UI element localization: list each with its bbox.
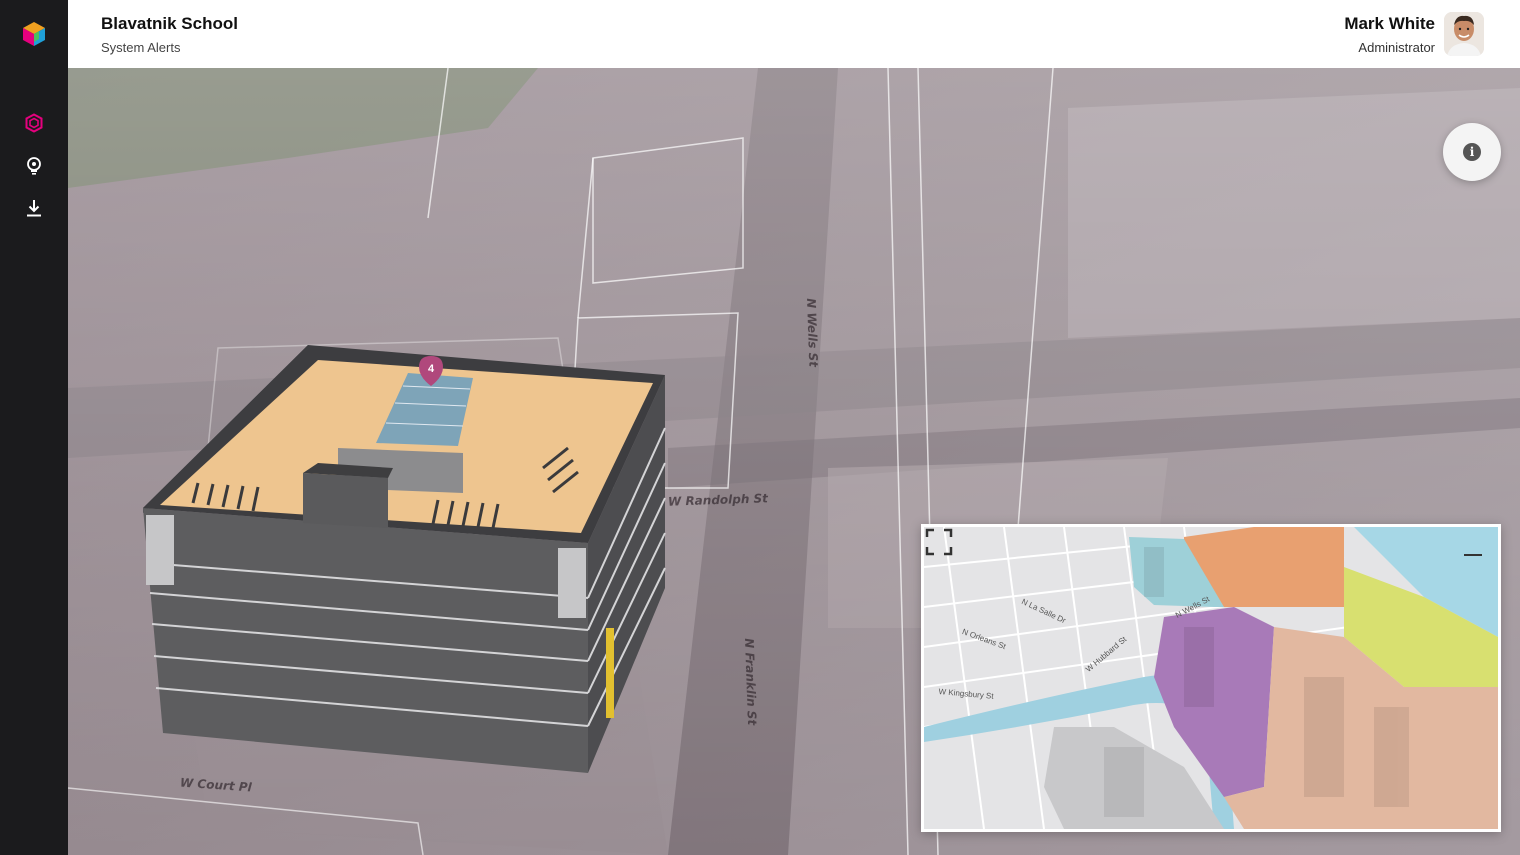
minimap[interactable]: N Orleans St N La Salle Dr W Kingsbury S…	[921, 524, 1501, 832]
sidebar-item-download[interactable]	[18, 192, 50, 224]
cube-icon	[25, 113, 43, 133]
sidebar-item-locations[interactable]	[18, 150, 50, 182]
page-title: Blavatnik School	[101, 14, 238, 33]
collapse-minimap-button[interactable]	[1462, 547, 1484, 563]
download-icon	[27, 200, 41, 217]
app-root: Blavatnik School System Alerts Mark Whit…	[0, 0, 1520, 855]
minimap-canvas[interactable]	[924, 527, 1498, 829]
map-viewport[interactable]: 4 W Randolph St N Franklin St W Court Pl…	[68, 68, 1520, 855]
marker-label: 4	[428, 363, 435, 375]
page-subtitle: System Alerts	[101, 40, 181, 55]
user-role: Administrator	[1358, 40, 1435, 55]
header: Blavatnik School System Alerts Mark Whit…	[68, 0, 1520, 68]
expand-icon[interactable]	[924, 527, 954, 557]
info-icon: i	[1463, 143, 1481, 161]
app-logo-icon[interactable]	[20, 20, 48, 48]
sidebar-item-models[interactable]	[18, 107, 50, 139]
user-photo	[1444, 12, 1484, 56]
location-bulb-icon	[27, 157, 41, 175]
user-name: Mark White	[1344, 14, 1435, 33]
info-button[interactable]: i	[1443, 123, 1501, 181]
street-label-wells: N Wells St	[804, 298, 821, 368]
street-label-franklin: N Franklin St	[742, 638, 760, 726]
avatar[interactable]	[1444, 12, 1484, 56]
sidebar	[0, 0, 68, 855]
